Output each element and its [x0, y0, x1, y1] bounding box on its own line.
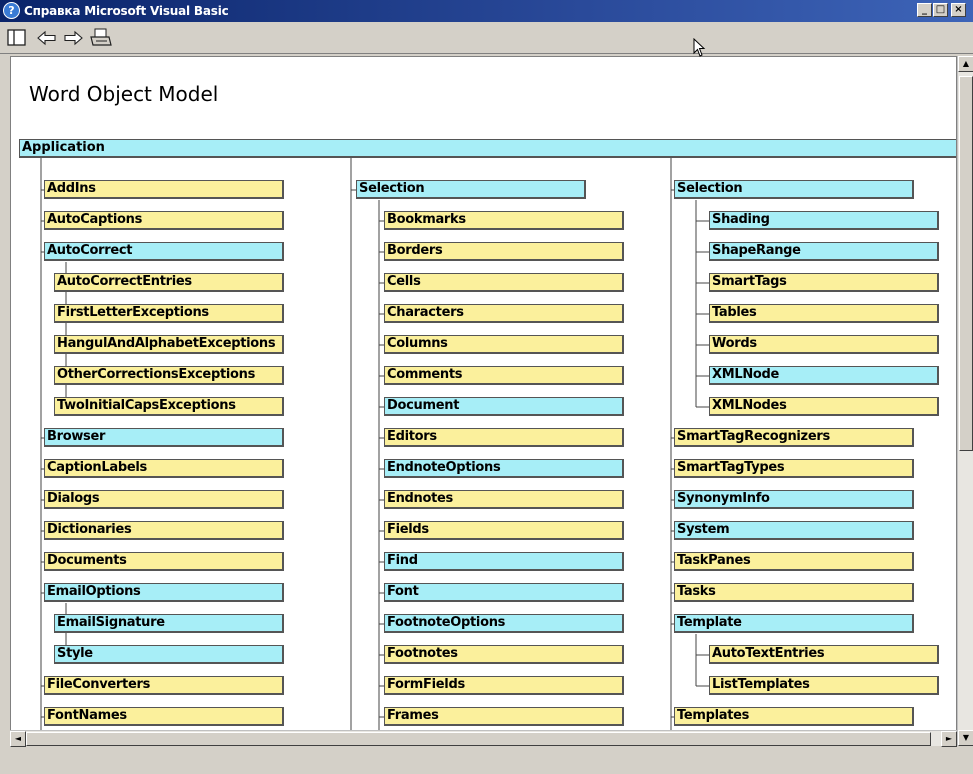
horizontal-scrollbar[interactable]: ◄ ► — [10, 730, 957, 747]
scroll-left-icon[interactable]: ◄ — [10, 731, 26, 747]
horizontal-scroll-thumb[interactable] — [26, 732, 931, 746]
window-title: Справка Microsoft Visual Basic — [24, 4, 229, 18]
object-node-synonyminfo[interactable]: SynonymInfo — [674, 490, 914, 509]
hide-pane-button[interactable] — [4, 27, 30, 49]
hide-pane-icon — [7, 29, 26, 46]
object-node-cells[interactable]: Cells — [384, 273, 624, 292]
object-node-editors[interactable]: Editors — [384, 428, 624, 447]
object-node-formfields[interactable]: FormFields — [384, 676, 624, 695]
object-node-selection[interactable]: Selection — [356, 180, 586, 199]
object-node-xmlnodes[interactable]: XMLNodes — [709, 397, 939, 416]
object-node-othercorrectionsexceptions[interactable]: OtherCorrectionsExceptions — [54, 366, 284, 385]
object-node-autocorrect[interactable]: AutoCorrect — [44, 242, 284, 261]
object-node-twoinitialcapsexceptions[interactable]: TwoInitialCapsExceptions — [54, 397, 284, 416]
object-node-columns[interactable]: Columns — [384, 335, 624, 354]
object-node-fileconverters[interactable]: FileConverters — [44, 676, 284, 695]
object-node-document[interactable]: Document — [384, 397, 624, 416]
object-node-dialogs[interactable]: Dialogs — [44, 490, 284, 509]
object-node-templates[interactable]: Templates — [674, 707, 914, 726]
object-node-fields[interactable]: Fields — [384, 521, 624, 540]
vertical-scroll-thumb[interactable] — [959, 76, 973, 451]
object-node-shaperange[interactable]: ShapeRange — [709, 242, 939, 261]
title-bar[interactable]: ? Справка Microsoft Visual Basic _ □ × — [0, 0, 973, 22]
object-node-endnoteoptions[interactable]: EndnoteOptions — [384, 459, 624, 478]
forward-button[interactable] — [60, 27, 86, 49]
toolbar — [0, 22, 973, 54]
maximize-button[interactable]: □ — [933, 3, 948, 17]
object-node-smarttagtypes[interactable]: SmartTagTypes — [674, 459, 914, 478]
back-button[interactable] — [34, 27, 60, 49]
close-button[interactable]: × — [951, 3, 966, 17]
object-node-dictionaries[interactable]: Dictionaries — [44, 521, 284, 540]
object-node-template[interactable]: Template — [674, 614, 914, 633]
back-arrow-icon — [37, 30, 56, 46]
forward-arrow-icon — [64, 30, 83, 46]
help-app-icon: ? — [3, 2, 20, 19]
object-node-captionlabels[interactable]: CaptionLabels — [44, 459, 284, 478]
print-button[interactable] — [88, 27, 114, 49]
object-node-autocaptions[interactable]: AutoCaptions — [44, 211, 284, 230]
object-node-firstletterexceptions[interactable]: FirstLetterExceptions — [54, 304, 284, 323]
scroll-right-icon[interactable]: ► — [941, 731, 957, 747]
object-node-words[interactable]: Words — [709, 335, 939, 354]
object-node-documents[interactable]: Documents — [44, 552, 284, 571]
object-node-tables[interactable]: Tables — [709, 304, 939, 323]
object-node-hangulandalphabetexceptions[interactable]: HangulAndAlphabetExceptions — [54, 335, 284, 354]
object-node-comments[interactable]: Comments — [384, 366, 624, 385]
object-node-selection[interactable]: Selection — [674, 180, 914, 199]
object-node-xmlnode[interactable]: XMLNode — [709, 366, 939, 385]
minimize-button[interactable]: _ — [917, 3, 932, 17]
object-node-addins[interactable]: AddIns — [44, 180, 284, 199]
object-node-find[interactable]: Find — [384, 552, 624, 571]
object-node-characters[interactable]: Characters — [384, 304, 624, 323]
object-node-system[interactable]: System — [674, 521, 914, 540]
object-node-shading[interactable]: Shading — [709, 211, 939, 230]
object-node-footnoteoptions[interactable]: FootnoteOptions — [384, 614, 624, 633]
object-node-style[interactable]: Style — [54, 645, 284, 664]
object-node-autocorrectentries[interactable]: AutoCorrectEntries — [54, 273, 284, 292]
scroll-down-icon[interactable]: ▼ — [958, 730, 973, 746]
object-node-endnotes[interactable]: Endnotes — [384, 490, 624, 509]
object-node-borders[interactable]: Borders — [384, 242, 624, 261]
object-node-listtemplates[interactable]: ListTemplates — [709, 676, 939, 695]
scroll-up-icon[interactable]: ▲ — [958, 56, 973, 72]
root-object-application[interactable]: Application — [19, 139, 956, 158]
object-node-taskpanes[interactable]: TaskPanes — [674, 552, 914, 571]
mouse-pointer-icon — [693, 38, 706, 57]
object-node-footnotes[interactable]: Footnotes — [384, 645, 624, 664]
object-node-emailoptions[interactable]: EmailOptions — [44, 583, 284, 602]
object-node-font[interactable]: Font — [384, 583, 624, 602]
help-content-pane: Word Object Model Application AddIns Auto… — [10, 56, 957, 746]
object-node-tasks[interactable]: Tasks — [674, 583, 914, 602]
print-icon — [90, 28, 112, 46]
vertical-scrollbar[interactable]: ▲ ▼ — [957, 56, 973, 746]
object-node-smarttagrecognizers[interactable]: SmartTagRecognizers — [674, 428, 914, 447]
object-node-emailsignature[interactable]: EmailSignature — [54, 614, 284, 633]
object-node-autotextentries[interactable]: AutoTextEntries — [709, 645, 939, 664]
object-node-bookmarks[interactable]: Bookmarks — [384, 211, 624, 230]
object-node-fontnames[interactable]: FontNames — [44, 707, 284, 726]
object-node-browser[interactable]: Browser — [44, 428, 284, 447]
object-node-frames[interactable]: Frames — [384, 707, 624, 726]
object-node-smarttags[interactable]: SmartTags — [709, 273, 939, 292]
